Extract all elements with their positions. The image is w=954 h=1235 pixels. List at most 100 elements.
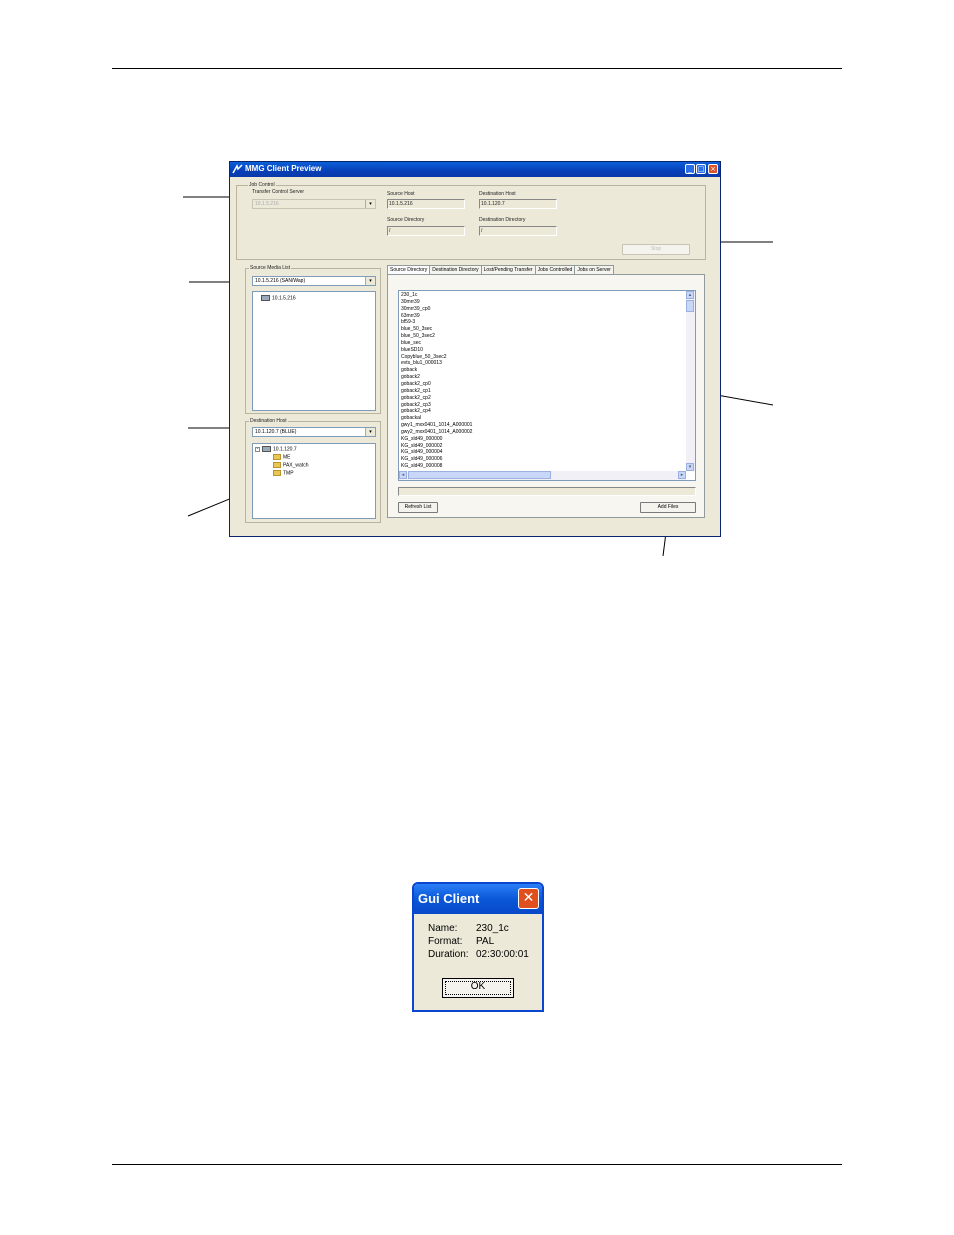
list-item[interactable]: gwy1_mxx0401_1014_A000001	[401, 422, 472, 429]
tree-item-source-root[interactable]: 10.1.5.216	[261, 295, 296, 301]
destination-host-label: Destination Host	[479, 191, 516, 197]
list-item[interactable]: 30mrr39	[401, 299, 472, 306]
computer-icon	[262, 446, 271, 452]
list-item[interactable]: goback	[401, 367, 472, 374]
horizontal-scroll-thumb[interactable]	[408, 471, 551, 479]
destination-host-field: 10.1.120.7	[479, 199, 557, 209]
folder-icon	[273, 462, 281, 468]
list-item[interactable]: blueSD10	[401, 347, 472, 354]
list-item[interactable]: 63mrr39	[401, 313, 472, 320]
computer-icon	[261, 295, 270, 301]
list-item[interactable]: blue_50_3sec	[401, 326, 472, 333]
list-item[interactable]: goback2_cp3	[401, 402, 472, 409]
ok-button[interactable]: OK	[442, 978, 514, 998]
duration-value: 02:30:00:01	[476, 949, 529, 960]
tree-item-label: 10.1.5.216	[272, 295, 296, 302]
transfer-control-server-value: 10.1.5.216	[255, 201, 279, 207]
list-item[interactable]: blue_50_3sec2	[401, 333, 472, 340]
tree-item-label: ME	[283, 454, 291, 461]
list-item[interactable]: bf59-3	[401, 319, 472, 326]
dialog-titlebar[interactable]: Gui Client ✕	[414, 884, 542, 914]
source-file-list[interactable]: 230_1c 30mrr39 30mrr39_cp0 63mrr39 bf59-3 blu…	[398, 290, 696, 481]
dialog-format-row: Format: PAL	[428, 936, 494, 947]
refresh-list-button[interactable]: Refresh List	[398, 502, 438, 513]
stop-button[interactable]: Stop	[622, 244, 690, 255]
source-media-select[interactable]: 10.1.5.216 (SAN/Wap) ▾	[252, 276, 376, 286]
source-directory-field: /	[387, 226, 465, 236]
dropdown-arrow-icon[interactable]: ▾	[365, 200, 375, 208]
list-item[interactable]: KG_sld49_000000	[401, 436, 472, 443]
source-host-label: Source Host	[387, 191, 415, 197]
minimize-icon[interactable]: _	[685, 164, 695, 174]
close-icon[interactable]: ✕	[518, 888, 539, 909]
tree-item-label: TMP	[283, 470, 294, 477]
vertical-scrollbar[interactable]: ▴ ▾	[686, 291, 695, 471]
scroll-up-icon[interactable]: ▴	[686, 291, 694, 299]
source-directory-label: Source Directory	[387, 217, 425, 223]
scroll-left-icon[interactable]: ◂	[399, 471, 407, 479]
scroll-right-icon[interactable]: ▸	[678, 471, 686, 479]
tree-item-folder[interactable]: TMP	[273, 470, 294, 476]
source-media-tree[interactable]: 10.1.5.216	[252, 291, 376, 411]
dropdown-arrow-icon[interactable]: ▾	[365, 428, 375, 436]
list-item[interactable]: goback2_cp0	[401, 381, 472, 388]
tree-item-folder[interactable]: ME	[273, 454, 291, 460]
vertical-scroll-thumb[interactable]	[686, 300, 694, 312]
format-label: Format:	[428, 936, 463, 947]
list-item[interactable]: goback2_cp1	[401, 388, 472, 395]
dialog-title: Gui Client	[418, 891, 480, 906]
folder-icon	[273, 470, 281, 476]
destination-host-tree[interactable]: - 10.1.120.7 ME PAX_watch TMP	[252, 443, 376, 519]
list-item[interactable]: Copyblue_50_3sec2	[401, 354, 472, 361]
tree-item-label: PAX_watch	[283, 462, 309, 469]
dropdown-arrow-icon[interactable]: ▾	[365, 277, 375, 285]
file-list-items: 230_1c 30mrr39 30mrr39_cp0 63mrr39 bf59-3 blu…	[401, 292, 472, 470]
destination-host-select-value: 10.1.120.7 (BLUE)	[255, 429, 297, 435]
list-item[interactable]: evts_blu1_000013	[401, 360, 472, 367]
status-field	[398, 487, 696, 496]
list-item[interactable]: gwy2_mxx0401_1014_A000002	[401, 429, 472, 436]
job-control-label: Job Control	[248, 182, 276, 188]
list-item[interactable]: goback2	[401, 374, 472, 381]
source-media-label: Source Media List	[249, 265, 292, 271]
dialog-name-row: Name: 230_1c	[428, 923, 509, 934]
list-item[interactable]: KG_sld49_000004	[401, 449, 472, 456]
close-icon[interactable]: ×	[708, 164, 718, 174]
name-value: 230_1c	[476, 923, 509, 934]
list-item[interactable]: KG_sld49_000002	[401, 443, 472, 450]
format-value: PAL	[476, 936, 495, 947]
collapse-icon[interactable]: -	[255, 446, 260, 452]
window-titlebar[interactable]: MMG Client Preview _ □ ×	[230, 162, 720, 177]
transfer-control-server-select[interactable]: 10.1.5.216 ▾	[252, 199, 376, 209]
tree-item-folder[interactable]: PAX_watch	[273, 462, 308, 468]
tree-item-destination-root[interactable]: - 10.1.120.7	[255, 446, 297, 452]
name-label: Name:	[428, 923, 458, 934]
list-item[interactable]: 30mrr39_cp0	[401, 306, 472, 313]
source-host-field: 10.1.5.216	[387, 199, 465, 209]
list-item[interactable]: KG_sld49_000006	[401, 456, 472, 463]
destination-directory-label: Destination Directory	[479, 217, 526, 223]
maximize-icon[interactable]: □	[696, 164, 706, 174]
list-item[interactable]: goback2_cp2	[401, 395, 472, 402]
transfer-control-server-label: Transfer Control Server	[252, 189, 305, 195]
scroll-down-icon[interactable]: ▾	[686, 463, 694, 471]
app-icon	[232, 164, 243, 174]
tree-item-label: 10.1.120.7	[273, 446, 297, 453]
dialog-duration-row: Duration: 02:30:00:01	[428, 949, 529, 960]
list-item[interactable]: blue_sec	[401, 340, 472, 347]
window-title: MMG Client Preview	[245, 164, 322, 173]
source-media-value: 10.1.5.216 (SAN/Wap)	[255, 278, 306, 284]
destination-directory-field: /	[479, 226, 557, 236]
destination-host-select[interactable]: 10.1.120.7 (BLUE) ▾	[252, 427, 376, 437]
horizontal-scrollbar[interactable]: ◂ ▸	[399, 471, 686, 480]
list-item[interactable]: gobackal	[401, 415, 472, 422]
gui-client-dialog: Gui Client ✕ Name: 230_1c Format: PAL Dura…	[412, 882, 544, 1012]
list-item[interactable]: goback2_cp4	[401, 408, 472, 415]
add-files-button[interactable]: Add Files	[640, 502, 696, 513]
list-item[interactable]: KG_sld49_000008	[401, 463, 472, 470]
list-item[interactable]: 230_1c	[401, 292, 472, 299]
duration-label: Duration:	[428, 949, 469, 960]
destination-host-group-label: Destination Host	[249, 418, 288, 424]
mmg-client-window: MMG Client Preview _ □ × Job Control Tra…	[229, 161, 721, 537]
folder-icon	[273, 454, 281, 460]
